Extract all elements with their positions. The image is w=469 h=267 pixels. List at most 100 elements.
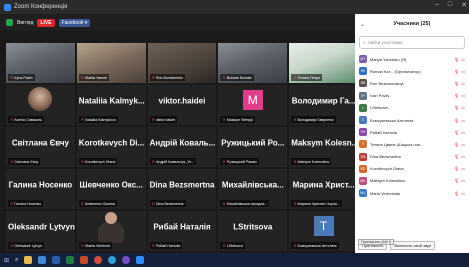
viber-icon[interactable] — [122, 256, 131, 264]
mic-muted-icon[interactable]: 🎙 — [454, 118, 459, 123]
participant-tile[interactable]: Володимир Га... ✕ Володимир Гаврилюк — [289, 85, 358, 125]
mic-muted-icon[interactable]: 🎙 — [454, 105, 459, 110]
participant-tile[interactable]: T ✕ Бомсукевська Антоніна — [289, 211, 358, 251]
search-taskbar-icon[interactable]: ⌕ — [15, 257, 18, 264]
video-off-icon[interactable]: ▭ — [461, 57, 465, 62]
participant-tile[interactable]: M ✕ Maksym Stetsyk — [218, 85, 288, 125]
participant-tile[interactable]: ✕ Iryna Pavliv — [6, 43, 75, 83]
tile-label-text: Рибай Наталія — [155, 243, 181, 248]
participant-tile[interactable]: Korotkevych Di... ✕ Korotkevych Diana — [76, 127, 146, 167]
participant-tile[interactable]: Dina Bezsmertna ✕ Dina Bezsmertna — [147, 169, 217, 209]
video-off-icon[interactable]: ▭ — [461, 118, 465, 123]
mic-muted-icon[interactable]: 🎙 — [454, 178, 459, 183]
mic-muted-icon: ✕ — [222, 159, 226, 164]
shield-icon[interactable] — [6, 19, 13, 26]
participant-row[interactable]: KD Korotkevych Diana 🎙 ▭ — [355, 163, 469, 175]
window-controls: – □ ✕ — [435, 1, 467, 9]
participant-tile[interactable]: ✕ Тетяна Петро — [289, 43, 358, 83]
mic-muted-icon[interactable]: 🎙 — [454, 81, 459, 86]
mic-muted-icon[interactable]: 🎙 — [454, 142, 459, 147]
participant-tile[interactable]: ✕ Ron Bondarenko — [147, 43, 217, 83]
participant-tile[interactable]: ✕ Mariia Yarosh — [76, 43, 146, 83]
video-off-icon[interactable]: ▭ — [461, 69, 465, 74]
participant-row[interactable]: T Тетяна Цвягів (Шацька осв... 🎙 ▭ — [355, 138, 469, 150]
tile-label-text: Oleksandr Lytvyn — [14, 243, 42, 248]
start-icon[interactable]: ⊞ — [4, 257, 9, 264]
tile-display-name: LStritsova — [233, 222, 273, 232]
participant-tile[interactable]: Михайлівська... ✕ Михайлівська середня... — [218, 169, 288, 209]
participant-tile[interactable]: Ружицький Ро... ✕ Ружицький Роман — [218, 127, 288, 167]
video-off-icon[interactable]: ▭ — [461, 130, 465, 135]
video-off-icon[interactable]: ▭ — [461, 142, 465, 147]
mic-muted-icon: ✕ — [151, 201, 155, 206]
minimize-button[interactable]: – — [435, 1, 439, 9]
participant-tile[interactable]: ✕ Ксенія Сивоконь — [6, 85, 75, 125]
participant-tile[interactable]: viktor.haidei ✕ viktor.haidei — [147, 85, 217, 125]
collapse-icon[interactable]: ⌄ — [360, 21, 365, 28]
participant-tile[interactable]: Шевченко Окс... ✕ Шевченко Оксана — [76, 169, 146, 209]
facebook-stream-button[interactable]: Facebook ▾ — [58, 18, 91, 27]
mic-muted-icon[interactable]: 🎙 — [454, 93, 459, 98]
participant-row[interactable]: MY Mariya Yaroshko (Я) 🎙 ▭ — [355, 53, 469, 65]
participant-tile[interactable]: LStritsova ✕ LStritsova — [218, 211, 288, 251]
view-button[interactable]: Вигляд — [17, 20, 33, 26]
tile-name-label: ✕ Світлана Євчу — [8, 158, 41, 165]
video-off-icon[interactable]: ▭ — [461, 166, 465, 171]
participant-row[interactable]: L LStritsova 🎙 ▭ — [355, 102, 469, 114]
avatar: Т — [359, 116, 367, 125]
zoom-taskbar-icon[interactable] — [136, 256, 145, 264]
invite-tooltip: Пригласить (Alt+I) — [358, 239, 394, 245]
video-off-icon[interactable]: ▭ — [461, 178, 465, 183]
video-off-icon[interactable]: ▭ — [461, 191, 465, 196]
tile-label-text: Bohdan Bondar — [226, 75, 252, 80]
browser-icon[interactable] — [38, 256, 47, 264]
participant-row[interactable]: MK Maksym Kolesnikov 🎙 ▭ — [355, 175, 469, 187]
mic-muted-icon: ✕ — [293, 159, 297, 164]
close-button[interactable]: ✕ — [461, 1, 467, 9]
word-icon[interactable] — [52, 256, 61, 264]
participant-tile[interactable]: Світлана Євчу ✕ Світлана Євчу — [6, 127, 75, 167]
participant-tile[interactable]: ✕ Bohdan Bondar — [218, 43, 288, 83]
video-off-icon[interactable]: ▭ — [461, 154, 465, 159]
participant-tile[interactable]: Марина Христ... ✕ Марина Христян Чорна... — [289, 169, 358, 209]
mic-muted-icon[interactable]: 🎙 — [454, 191, 459, 196]
tile-name-label: ✕ Михайлівська середня... — [220, 200, 270, 207]
participant-row[interactable]: РН Рибай Наталія 🎙 ▭ — [355, 126, 469, 138]
live-badge[interactable]: LIVE — [37, 18, 55, 27]
participant-tile[interactable]: Рибай Наталія ✕ Рибай Наталія — [147, 211, 217, 251]
mic-muted-icon[interactable]: 🎙 — [454, 154, 459, 159]
participant-name: Рибай Наталія — [370, 129, 398, 135]
tile-label-text: Андрій Ковальчук_Уп... — [155, 159, 195, 164]
participant-row[interactable]: MV Mario Verhebnak 🎙 ▭ — [355, 187, 469, 199]
telegram-icon[interactable] — [108, 256, 117, 264]
mic-muted-icon[interactable]: 🎙 — [454, 69, 459, 74]
avatar: MK — [359, 176, 367, 185]
unmute-self-button[interactable]: Включить свой звук — [390, 240, 435, 250]
participant-row[interactable]: RB Ron Bezkarovainyi 🎙 ▭ — [355, 77, 469, 89]
participant-row[interactable]: RK Roman Kor... (Организатор) 🎙 ▭ — [355, 65, 469, 77]
explorer-icon[interactable] — [24, 256, 33, 264]
participant-search-input[interactable]: ⌕ Найти участника — [359, 36, 465, 49]
participant-status-icons: 🎙 ▭ — [454, 118, 465, 123]
participant-row[interactable]: IP Ivan Pavliv 🎙 ▭ — [355, 90, 469, 102]
mic-muted-icon[interactable]: 🎙 — [454, 130, 459, 135]
participant-tile[interactable]: Oleksandr Lytvyn ✕ Oleksandr Lytvyn — [6, 211, 75, 251]
mic-muted-icon[interactable]: 🎙 — [454, 57, 459, 62]
mic-muted-icon[interactable]: 🎙 — [454, 166, 459, 171]
video-off-icon[interactable]: ▭ — [461, 81, 465, 86]
participant-tile[interactable]: Nataliia Kalmyk... ✕ Nataliia Kalmykova — [76, 85, 146, 125]
video-off-icon[interactable]: ▭ — [461, 105, 465, 110]
participant-tile[interactable]: ✕ Mariia Verkhnia — [76, 211, 146, 251]
participant-row[interactable]: Т Бомсукевська Антоніна 🎙 ▭ — [355, 114, 469, 126]
participant-tile[interactable]: Галина Носенко ✕ Галина Носенко — [6, 169, 75, 209]
excel-icon[interactable] — [66, 256, 75, 264]
participant-tile[interactable]: Андрій Коваль... ✕ Андрій Ковальчук_Уп... — [147, 127, 217, 167]
participant-row[interactable]: DB Dina Bezsmertna 🎙 ▭ — [355, 151, 469, 163]
powerpoint-icon[interactable] — [80, 256, 89, 264]
participant-tile[interactable]: Maksym Kolesn... ✕ Maksym Kolesnikov — [289, 127, 358, 167]
tile-name-label: ✕ Iryna Pavliv — [8, 74, 35, 81]
video-off-icon[interactable]: ▭ — [461, 93, 465, 98]
mic-muted-icon: ✕ — [10, 159, 14, 164]
chrome-icon[interactable] — [94, 256, 103, 264]
maximize-button[interactable]: □ — [448, 1, 452, 9]
